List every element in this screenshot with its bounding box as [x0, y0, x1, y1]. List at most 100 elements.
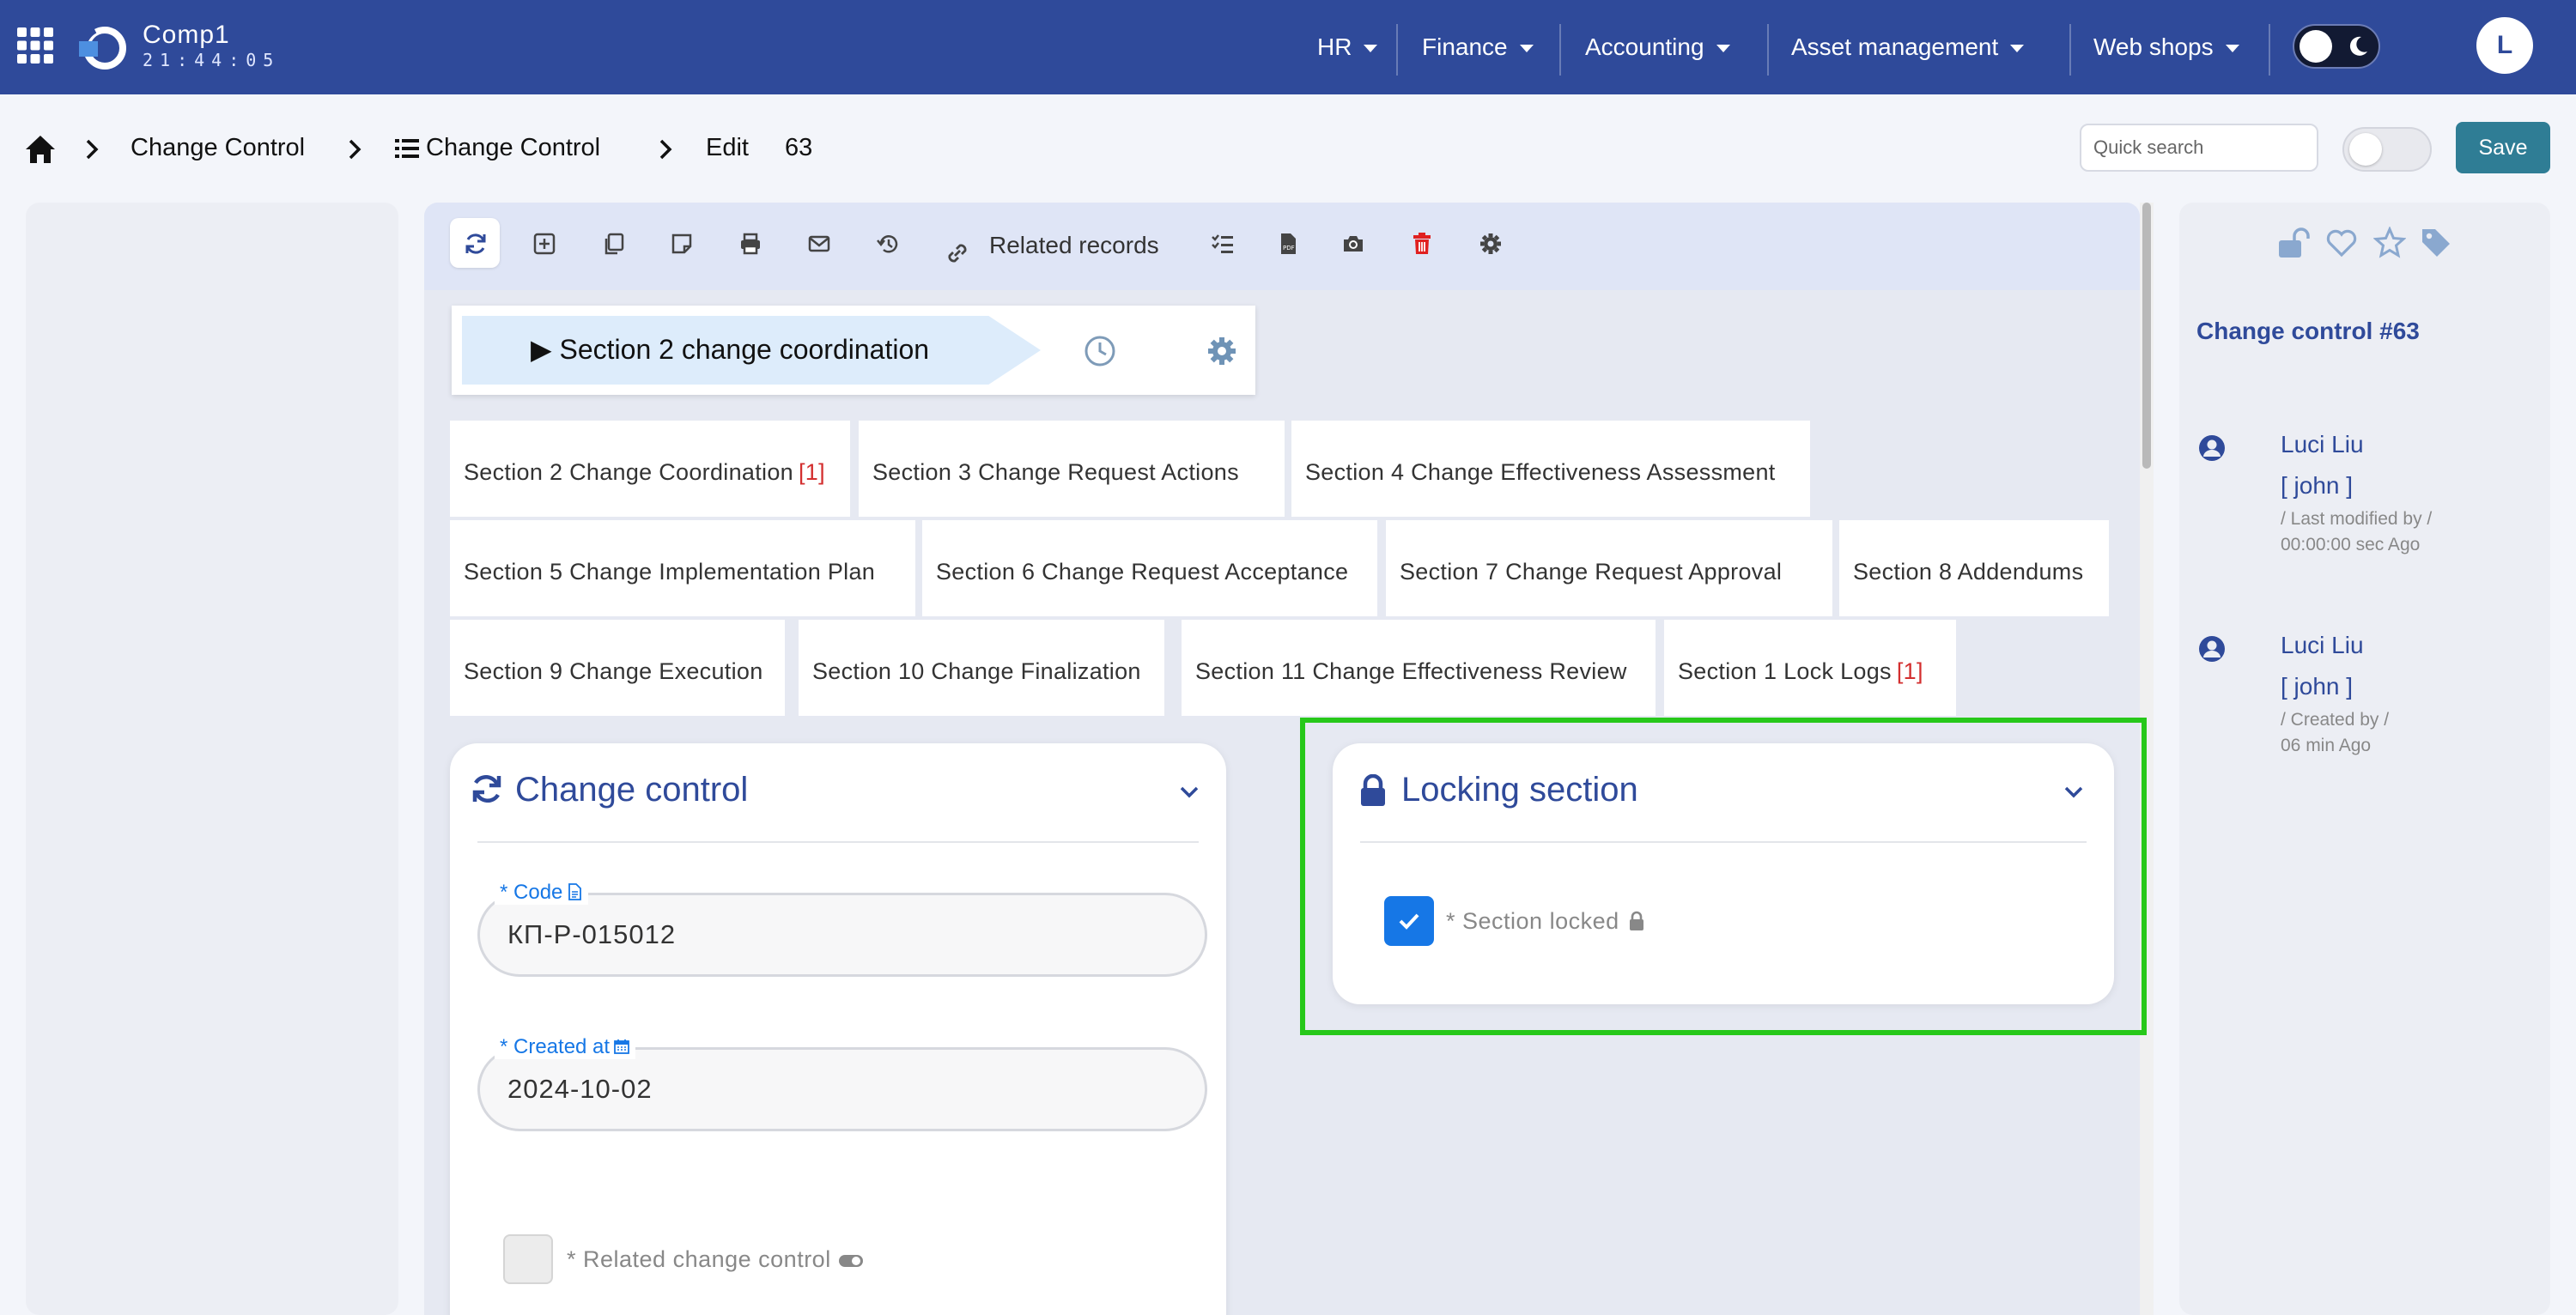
nav-menu-label: HR — [1317, 33, 1352, 60]
tab-label: Section 10 Change Finalization — [812, 658, 1141, 684]
pdf-file-icon: PDF — [1281, 233, 1296, 254]
locking-section-card: Locking section * Section locked — [1333, 743, 2114, 1004]
nav-divider — [1559, 24, 1561, 76]
pdf-button[interactable]: PDF — [1262, 218, 1312, 268]
current-workflow-step[interactable]: ▶ Section 2 change coordination — [462, 316, 1041, 385]
tab-section-4[interactable]: Section 4 Change Effectiveness Assessmen… — [1291, 421, 1810, 517]
tab-section-9[interactable]: Section 9 Change Execution — [450, 620, 785, 716]
checkmark-icon — [1399, 913, 1419, 930]
record-toolbar: Related records PDF — [424, 203, 2140, 290]
tab-section-3[interactable]: Section 3 Change Request Actions — [859, 421, 1285, 517]
duplicate-button[interactable] — [587, 218, 637, 268]
unlock-icon[interactable] — [2277, 227, 2310, 259]
plus-square-icon — [533, 233, 556, 255]
add-record-button[interactable] — [519, 218, 568, 268]
sync-icon — [472, 775, 501, 803]
nav-divider — [1767, 24, 1769, 76]
nav-divider — [1396, 24, 1398, 76]
code-field-label: * Code — [495, 881, 589, 905]
created-at-field[interactable]: 2024-10-02 — [477, 1047, 1207, 1131]
field-label-text: * Code — [500, 881, 563, 904]
nav-divider — [2069, 24, 2071, 76]
gear-icon[interactable] — [1206, 335, 1238, 367]
history-button[interactable] — [862, 218, 912, 268]
star-icon[interactable] — [2373, 227, 2406, 259]
settings-button[interactable] — [1465, 218, 1515, 268]
nav-menu-finance[interactable]: Finance — [1422, 26, 1534, 69]
tab-label: Section 4 Change Effectiveness Assessmen… — [1305, 459, 1776, 485]
caret-down-icon — [1716, 45, 1730, 53]
clock-icon[interactable] — [1084, 335, 1116, 367]
checklist-button[interactable] — [1197, 218, 1247, 268]
tab-label: Section 8 Addendums — [1853, 559, 2084, 585]
nav-menu-asset-management[interactable]: Asset management — [1791, 26, 2025, 69]
history-username[interactable]: [ john ] — [2281, 472, 2353, 500]
link-icon[interactable] — [945, 240, 970, 266]
nav-menu-hr[interactable]: HR — [1317, 26, 1378, 69]
tab-section-2[interactable]: Section 2 Change Coordination [1] — [450, 421, 850, 517]
tab-section-1-lock-logs[interactable]: Section 1 Lock Logs [1] — [1664, 620, 1956, 716]
sticky-note-icon — [671, 233, 692, 254]
code-field[interactable]: КП-Р-015012 — [477, 893, 1207, 977]
related-change-control-checkbox[interactable] — [503, 1234, 553, 1284]
left-sidebar-panel — [26, 203, 398, 1315]
document-icon — [568, 883, 582, 900]
email-button[interactable] — [793, 218, 843, 268]
tab-section-6[interactable]: Section 6 Change Request Acceptance — [922, 520, 1377, 616]
check-label-text: * Related change control — [567, 1246, 831, 1272]
mode-toggle-switch[interactable] — [2342, 127, 2432, 172]
tab-section-7[interactable]: Section 7 Change Request Approval — [1386, 520, 1832, 616]
list-icon — [395, 139, 419, 158]
tab-count-badge: [1] — [1896, 658, 1923, 684]
tab-label: Section 9 Change Execution — [464, 658, 763, 684]
save-button[interactable]: Save — [2456, 122, 2550, 173]
user-avatar[interactable]: L — [2476, 17, 2533, 74]
caret-down-icon — [1519, 45, 1534, 53]
clock-display: 21:44:05 — [143, 50, 281, 70]
chevron-down-icon[interactable] — [1178, 781, 1200, 803]
refresh-button[interactable] — [450, 218, 500, 268]
heart-icon[interactable] — [2325, 227, 2358, 259]
main-scrollbar-thumb[interactable] — [2142, 203, 2151, 469]
record-title: Change control #63 — [2196, 318, 2420, 344]
tab-section-5[interactable]: Section 5 Change Implementation Plan — [450, 520, 915, 616]
tab-label: Section 11 Change Effectiveness Review — [1195, 658, 1627, 684]
brand-logo[interactable] — [77, 22, 129, 74]
print-button[interactable] — [725, 218, 775, 268]
chevron-right-icon — [349, 139, 361, 160]
tab-count-badge: [1] — [798, 459, 825, 485]
created-at-field-label: * Created at — [495, 1035, 636, 1059]
delete-button[interactable] — [1396, 218, 1446, 268]
tab-section-8[interactable]: Section 8 Addendums — [1839, 520, 2109, 616]
related-records-button[interactable]: Related records — [989, 232, 1159, 259]
quick-search-input[interactable] — [2080, 124, 2318, 172]
history-user-name[interactable]: Luci Liu — [2281, 632, 2364, 659]
history-user-name[interactable]: Luci Liu — [2281, 431, 2364, 458]
section-locked-checkbox[interactable] — [1384, 896, 1434, 946]
tab-section-11[interactable]: Section 11 Change Effectiveness Review — [1182, 620, 1656, 716]
note-button[interactable] — [656, 218, 706, 268]
chevron-down-icon[interactable] — [2063, 781, 2085, 803]
main-content-panel: Related records PDF ▶ Section 2 change c… — [424, 203, 2140, 1315]
screenshot-button[interactable] — [1327, 218, 1377, 268]
breadcrumb-list[interactable]: Change Control — [426, 134, 600, 162]
nav-menu-label: Accounting — [1585, 33, 1704, 60]
nav-menu-label: Web shops — [2093, 33, 2214, 60]
nav-menu-label: Finance — [1422, 33, 1508, 60]
moon-icon — [2349, 36, 2367, 56]
nav-menu-web-shops[interactable]: Web shops — [2093, 26, 2239, 69]
apps-grid-icon[interactable] — [15, 26, 55, 65]
tab-section-10[interactable]: Section 10 Change Finalization — [799, 620, 1164, 716]
nav-divider — [2269, 24, 2270, 76]
breadcrumb-module[interactable]: Change Control — [131, 134, 305, 162]
change-control-card: Change control КП-Р-015012 * Code 2024-1… — [450, 743, 1226, 1315]
home-icon[interactable] — [24, 134, 57, 165]
tag-icon[interactable] — [2420, 227, 2452, 259]
user-circle-icon — [2199, 636, 2225, 662]
gear-icon — [1480, 233, 1501, 254]
nav-menu-accounting[interactable]: Accounting — [1585, 26, 1730, 69]
top-navbar: Comp1 21:44:05 HR Finance Accounting Ass… — [0, 0, 2576, 94]
history-time: 06 min Ago — [2281, 736, 2372, 755]
history-username[interactable]: [ john ] — [2281, 673, 2353, 700]
dark-mode-toggle[interactable] — [2293, 24, 2380, 69]
